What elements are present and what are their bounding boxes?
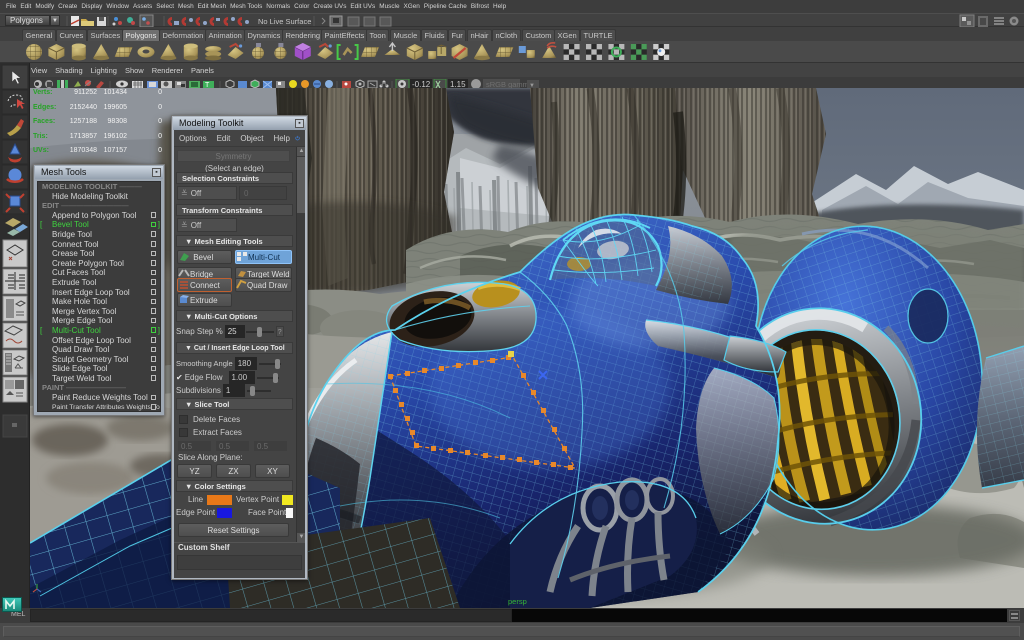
svg-text:No Live Surface: No Live Surface (258, 17, 311, 26)
